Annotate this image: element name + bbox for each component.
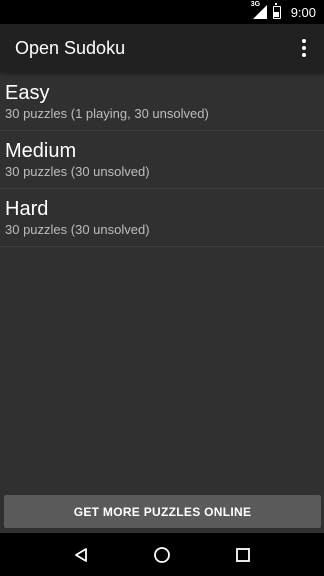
battery-icon [272,3,281,19]
network-type-label: 3G [250,1,261,8]
signal-icon: 3G [251,1,267,19]
folder-name: Easy [5,82,50,104]
folder-list: Easy 30 puzzles (1 playing, 30 unsolved)… [0,73,324,247]
folder-detail: 30 puzzles (30 unsolved) [5,164,150,179]
recents-icon[interactable] [231,543,255,567]
folder-item-medium[interactable]: Medium 30 puzzles (30 unsolved) [0,131,324,189]
get-more-puzzles-button[interactable]: GET MORE PUZZLES ONLINE [4,495,321,528]
app-title: Open Sudoku [15,37,126,58]
status-bar: 3G 9:00 [0,0,324,24]
folder-name: Hard [5,198,49,220]
folder-item-easy[interactable]: Easy 30 puzzles (1 playing, 30 unsolved) [0,73,324,131]
more-vert-icon[interactable] [294,36,314,60]
home-icon[interactable] [150,543,174,567]
folder-item-hard[interactable]: Hard 30 puzzles (30 unsolved) [0,189,324,247]
navigation-bar [0,533,324,576]
app-bar: Open Sudoku [0,24,324,72]
folder-detail: 30 puzzles (30 unsolved) [5,222,150,237]
folder-name: Medium [5,140,77,162]
back-icon[interactable] [69,543,93,567]
folder-detail: 30 puzzles (1 playing, 30 unsolved) [5,106,209,121]
status-time: 9:00 [290,4,316,20]
